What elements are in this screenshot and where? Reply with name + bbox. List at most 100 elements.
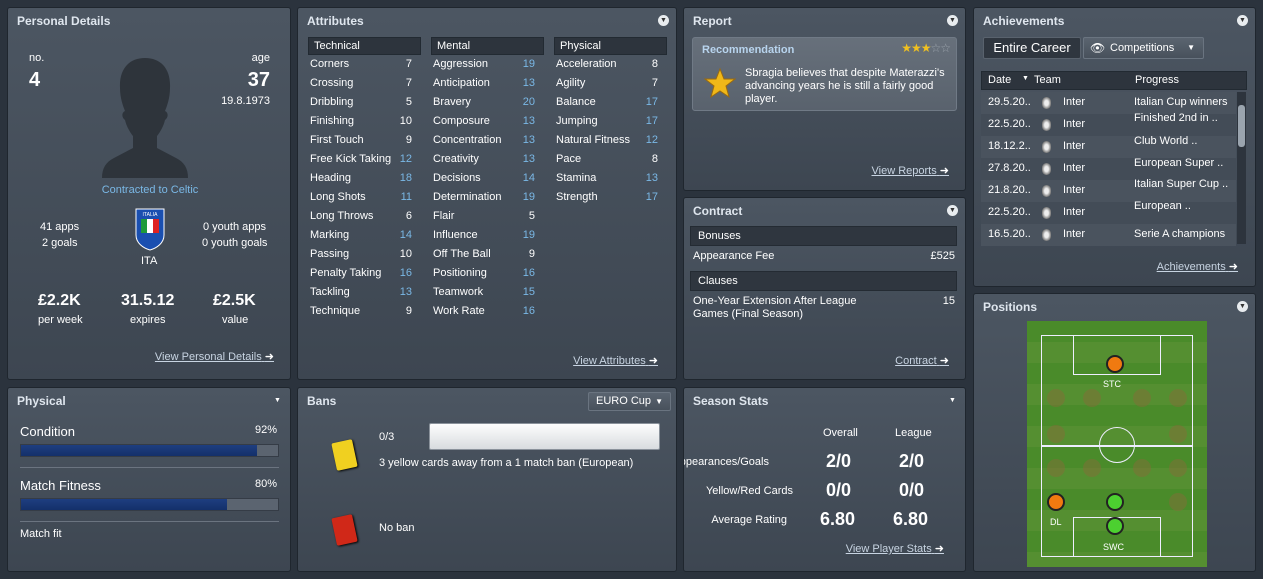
club-badge-icon — [1042, 97, 1051, 109]
attribute-row[interactable]: Creativity 13 — [433, 150, 535, 169]
attribute-row[interactable]: Work Rate 16 — [433, 302, 535, 321]
chevron-down-icon[interactable]: ▼ — [1237, 301, 1248, 312]
position-dot[interactable] — [1047, 459, 1065, 477]
table-row[interactable]: 21.8.20.. Inter Italian Super Cup .. — [981, 178, 1236, 202]
pitch: STC DL SWC — [1027, 321, 1207, 567]
attribute-value: 13 — [522, 77, 535, 89]
attribute-row[interactable]: Passing 10 — [310, 245, 412, 264]
nation-flag-icon[interactable]: ITALIA — [134, 207, 166, 251]
position-dot[interactable] — [1169, 493, 1187, 511]
position-dot[interactable] — [1169, 425, 1187, 443]
attribute-row[interactable]: Tackling 13 — [310, 283, 412, 302]
attribute-row[interactable]: Dribbling 5 — [310, 93, 412, 112]
attribute-row[interactable]: Acceleration 8 — [556, 55, 658, 74]
position-dl-dot[interactable] — [1047, 493, 1065, 511]
attribute-name: Influence — [433, 229, 478, 241]
attribute-row[interactable]: Teamwork 15 — [433, 283, 535, 302]
attribute-row[interactable]: Decisions 14 — [433, 169, 535, 188]
chevron-down-icon[interactable]: ▼ — [947, 15, 958, 26]
attribute-row[interactable]: Marking 14 — [310, 226, 412, 245]
attribute-name: Composure — [433, 115, 490, 127]
position-dot[interactable] — [1083, 459, 1101, 477]
match-fitness-value: 80% — [254, 478, 277, 490]
attribute-row[interactable]: Agility 7 — [556, 74, 658, 93]
chevron-down-icon[interactable]: ▼ — [947, 395, 958, 406]
attribute-row[interactable]: Technique 9 — [310, 302, 412, 321]
table-row[interactable]: 22.5.20.. Inter European .. — [981, 200, 1236, 224]
appearance-fee-label: Appearance Fee — [693, 250, 775, 262]
position-dc-dot[interactable] — [1106, 493, 1124, 511]
table-row[interactable]: 29.5.20.. Inter Italian Cup winners — [981, 92, 1236, 114]
tab-entire-career[interactable]: Entire Career — [983, 37, 1081, 59]
view-attributes-link[interactable]: View Attributes ➜ — [573, 354, 658, 367]
attribute-name: Strength — [556, 191, 598, 203]
attribute-name: Jumping — [556, 115, 598, 127]
club-badge-icon — [1042, 119, 1051, 131]
attribute-name: Flair — [433, 210, 455, 222]
attribute-row[interactable]: Concentration 13 — [433, 131, 535, 150]
attribute-row[interactable]: Determination 19 — [433, 188, 535, 207]
chevron-down-icon[interactable]: ▼ — [272, 395, 283, 406]
attribute-row[interactable]: Jumping 17 — [556, 112, 658, 131]
col-progress[interactable]: Progress — [1135, 74, 1179, 86]
position-dot[interactable] — [1169, 389, 1187, 407]
attribute-row[interactable]: Flair 5 — [433, 207, 535, 226]
attribute-row[interactable]: Finishing 10 — [310, 112, 412, 131]
attribute-value: 18 — [399, 172, 412, 184]
attribute-row[interactable]: Stamina 13 — [556, 169, 658, 188]
attribute-row[interactable]: Natural Fitness 12 — [556, 131, 658, 150]
col-team[interactable]: Team — [1034, 74, 1061, 86]
contract-link[interactable]: Contract ➜ — [895, 354, 949, 367]
attribute-row[interactable]: Heading 18 — [310, 169, 412, 188]
value-label: value — [222, 314, 249, 326]
attribute-row[interactable]: Positioning 16 — [433, 264, 535, 283]
position-stc-dot[interactable] — [1106, 355, 1124, 373]
chevron-down-icon[interactable]: ▼ — [658, 15, 669, 26]
attribute-row[interactable]: Composure 13 — [433, 112, 535, 131]
position-dot[interactable] — [1133, 389, 1151, 407]
contract-club[interactable]: Contracted to Celtic — [8, 184, 290, 196]
view-personal-details-link[interactable]: View Personal Details ➜ — [155, 350, 274, 363]
position-dot[interactable] — [1133, 459, 1151, 477]
attribute-row[interactable]: First Touch 9 — [310, 131, 412, 150]
position-dot[interactable] — [1083, 389, 1101, 407]
attribute-row[interactable]: Corners 7 — [310, 55, 412, 74]
attribute-row[interactable]: Strength 17 — [556, 188, 658, 207]
col-overall: Overall — [823, 427, 858, 439]
scrollbar-thumb[interactable] — [1238, 105, 1245, 147]
attribute-name: Long Shots — [310, 191, 366, 203]
attribute-row[interactable]: Crossing 7 — [310, 74, 412, 93]
attribute-row[interactable]: Anticipation 13 — [433, 74, 535, 93]
position-dot[interactable] — [1169, 459, 1187, 477]
attribute-row[interactable]: Bravery 20 — [433, 93, 535, 112]
attribute-value: 13 — [645, 172, 658, 184]
table-row[interactable]: 16.5.20.. Inter Serie A champions — [981, 224, 1236, 246]
competitions-dropdown[interactable]: 👁 Competitions ▼ — [1083, 37, 1204, 59]
table-row[interactable]: 18.12.2.. Inter Club World .. — [981, 135, 1236, 158]
position-dot[interactable] — [1047, 389, 1065, 407]
scrollbar[interactable] — [1237, 92, 1246, 244]
achievements-link[interactable]: Achievements ➜ — [1157, 260, 1238, 273]
view-reports-link[interactable]: View Reports ➜ — [872, 164, 950, 177]
attribute-row[interactable]: Influence 19 — [433, 226, 535, 245]
attribute-row[interactable]: Free Kick Taking 12 — [310, 150, 412, 169]
number-label: no. — [29, 52, 45, 64]
attribute-row[interactable]: Balance 17 — [556, 93, 658, 112]
physical-panel: Physical ▼ Condition 92% Match Fitness 8… — [7, 387, 291, 572]
attribute-row[interactable]: Penalty Taking 16 — [310, 264, 412, 283]
position-swc-dot[interactable] — [1106, 517, 1124, 535]
table-row[interactable]: 22.5.20.. Inter Finished 2nd in .. — [981, 112, 1236, 136]
table-row[interactable]: 27.8.20.. Inter European Super .. — [981, 157, 1236, 180]
attribute-row[interactable]: Long Throws 6 — [310, 207, 412, 226]
chevron-down-icon[interactable]: ▼ — [1237, 15, 1248, 26]
view-player-stats-link[interactable]: View Player Stats ➜ — [846, 542, 944, 555]
attribute-row[interactable]: Long Shots 11 — [310, 188, 412, 207]
attribute-row[interactable]: Pace 8 — [556, 150, 658, 169]
competition-select[interactable]: EURO Cup ▼ — [588, 392, 671, 411]
position-dot[interactable] — [1047, 425, 1065, 443]
col-date[interactable]: Date — [988, 74, 1011, 86]
chevron-down-icon[interactable]: ▼ — [947, 205, 958, 216]
stat-overall: 0/0 — [826, 480, 852, 500]
attribute-row[interactable]: Off The Ball 9 — [433, 245, 535, 264]
attribute-row[interactable]: Aggression 19 — [433, 55, 535, 74]
